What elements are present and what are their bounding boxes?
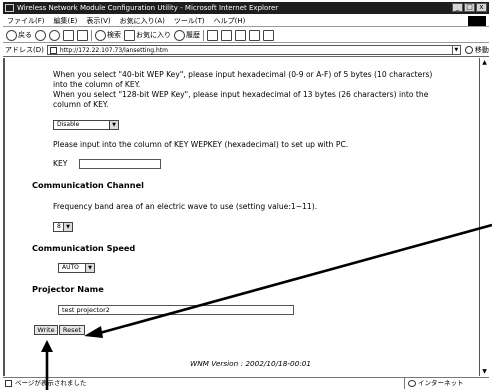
chevron-down-icon: ▼ (63, 223, 72, 231)
go-label: 移動 (474, 46, 489, 54)
speed-select-value: AUTO (62, 264, 79, 271)
key-label: KEY (53, 159, 68, 168)
page-icon (49, 46, 57, 54)
mail-icon[interactable] (207, 29, 218, 41)
scroll-up-icon[interactable]: ▲ (480, 58, 489, 67)
toolbar-divider (91, 29, 92, 41)
wep-select-value: Disable (57, 121, 80, 128)
go-arrow-icon (464, 46, 473, 54)
stop-icon[interactable] (49, 29, 60, 41)
menu-tools[interactable]: ツール(T) (174, 16, 205, 26)
status-page-icon (5, 380, 12, 387)
chevron-down-icon: ▼ (85, 264, 94, 272)
home-icon[interactable] (77, 29, 88, 41)
address-label: アドレス(D) (5, 46, 44, 54)
print-icon[interactable] (221, 29, 232, 41)
menu-favorites[interactable]: お気に入り(A) (120, 16, 165, 26)
address-url: http://172.22.107.73/lansetting.htm (59, 46, 169, 54)
close-button[interactable]: x (476, 3, 487, 12)
status-bar: ページが表示されました インターネット (3, 377, 489, 389)
search-icon (95, 29, 106, 41)
forward-arrow-icon[interactable] (35, 29, 46, 41)
address-bar: アドレス(D) http://172.22.107.73/lansetting.… (3, 44, 489, 57)
wep-text-line-2: into the column of KEY. (53, 80, 141, 89)
favorites-button[interactable]: お気に入り (124, 29, 171, 41)
version-footer: WNM Version : 2002/10/18-00:01 (190, 359, 312, 368)
windows-logo-icon (468, 16, 486, 26)
go-button[interactable]: 移動 (464, 45, 489, 55)
edit-icon[interactable] (235, 29, 246, 41)
vertical-scrollbar[interactable]: ▲ ▼ (479, 58, 489, 376)
address-dropdown-icon[interactable]: ▼ (451, 46, 460, 54)
status-text: ページが表示されました (15, 379, 87, 387)
window-titlebar: Wireless Network Module Configuration Ut… (3, 2, 489, 14)
menu-edit[interactable]: 編集(E) (54, 16, 78, 26)
search-button[interactable]: 検索 (95, 29, 121, 41)
favorites-icon (124, 29, 135, 41)
projector-name-input[interactable]: test projector2 (58, 305, 294, 315)
channel-heading: Communication Channel (32, 180, 144, 190)
chevron-down-icon: ▼ (109, 121, 118, 129)
toolbar-divider (203, 29, 204, 41)
key-instruction: Please input into the column of KEY WEPK… (53, 140, 349, 149)
channel-description: Frequency band area of an electric wave … (53, 202, 318, 211)
channel-select-value: 8 (57, 223, 61, 230)
history-button[interactable]: 履歴 (174, 29, 200, 41)
ie-app-icon (5, 4, 14, 12)
speed-heading: Communication Speed (32, 243, 136, 253)
address-input[interactable]: http://172.22.107.73/lansetting.htm ▼ (46, 45, 461, 55)
key-input[interactable] (79, 159, 161, 169)
write-button[interactable]: Write (34, 325, 58, 335)
history-icon (174, 29, 185, 41)
refresh-icon[interactable] (63, 29, 74, 41)
history-label: 履歴 (186, 31, 200, 39)
toolbar: 戻る 検索 お気に入り 履歴 (3, 28, 489, 43)
back-button[interactable]: 戻る (6, 29, 32, 41)
search-label: 検索 (107, 31, 121, 39)
channel-select[interactable]: 8 ▼ (53, 222, 73, 232)
wep-text-line-3: When you select "128-bit WEP Key", pleas… (53, 90, 429, 99)
menu-bar: ファイル(F) 編集(E) 表示(V) お気に入り(A) ツール(T) ヘルプ(… (3, 15, 489, 27)
maximize-button[interactable]: □ (464, 3, 475, 12)
scroll-down-icon[interactable]: ▼ (480, 367, 489, 376)
reset-button[interactable]: Reset (59, 325, 85, 335)
menu-help[interactable]: ヘルプ(H) (214, 16, 246, 26)
back-arrow-icon (6, 29, 17, 41)
window-title: Wireless Network Module Configuration Ut… (17, 4, 279, 12)
internet-globe-icon (408, 380, 416, 387)
page-content: When you select "40-bit WEP Key", please… (3, 58, 479, 376)
wep-text-line-4: column of KEY. (53, 100, 109, 109)
favorites-label: お気に入り (136, 31, 171, 39)
wep-text-line-1: When you select "40-bit WEP Key", please… (53, 70, 433, 79)
minimize-button[interactable]: _ (452, 3, 463, 12)
speed-select[interactable]: AUTO ▼ (58, 263, 95, 273)
status-zone-label: インターネット (418, 379, 464, 387)
window-controls: _ □ x (452, 3, 487, 12)
wep-select[interactable]: Disable ▼ (53, 120, 119, 130)
menu-file[interactable]: ファイル(F) (7, 16, 45, 26)
back-label: 戻る (18, 31, 32, 39)
status-zone: インターネット (404, 378, 464, 389)
messenger-icon[interactable] (263, 29, 274, 41)
projector-heading: Projector Name (32, 284, 104, 294)
discuss-icon[interactable] (249, 29, 260, 41)
menu-view[interactable]: 表示(V) (86, 16, 110, 26)
